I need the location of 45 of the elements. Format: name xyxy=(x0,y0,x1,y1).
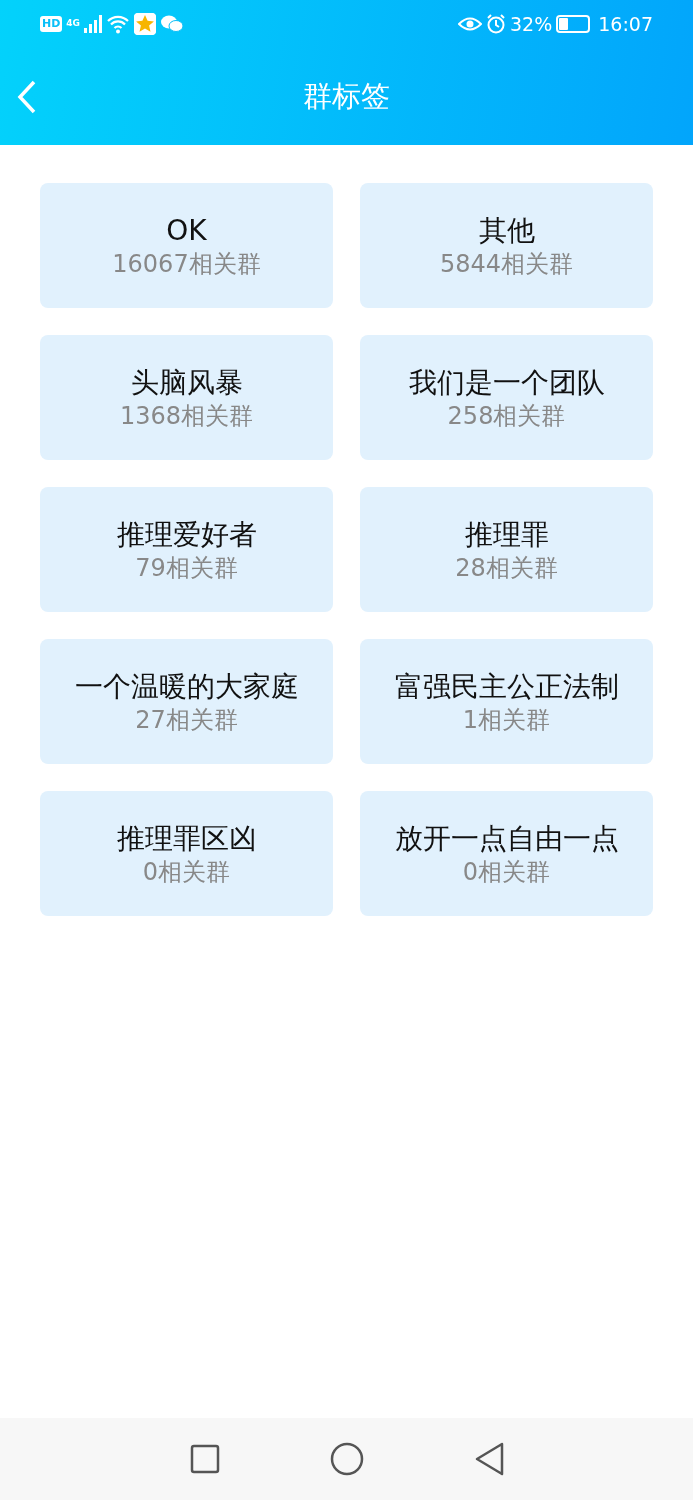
group-count: 0相关群 xyxy=(142,856,231,887)
clock-time: 16:07 xyxy=(598,11,653,37)
tag-name: 放开一点自由一点 xyxy=(394,820,619,857)
page-title: 群标签 xyxy=(303,77,390,115)
group-count: 28相关群 xyxy=(455,552,558,583)
tag-name: 我们是一个团队 xyxy=(408,364,605,401)
tag-name: 其他 xyxy=(478,212,535,249)
wifi-icon xyxy=(106,14,130,34)
tag-card[interactable]: 一个温暖的大家庭 27相关群 xyxy=(40,639,333,764)
network-type: 4G xyxy=(66,17,80,31)
tag-card[interactable]: 推理爱好者 79相关群 xyxy=(40,487,333,612)
group-count: 79相关群 xyxy=(135,552,238,583)
alarm-icon xyxy=(486,14,506,34)
star-app-icon xyxy=(134,13,156,35)
eye-icon xyxy=(458,15,482,33)
tag-name: 富强民主公正法制 xyxy=(394,668,619,705)
group-count: 1相关群 xyxy=(462,704,551,735)
hd-badge: HD xyxy=(40,16,63,32)
group-count: 16067相关群 xyxy=(112,248,261,279)
tag-name: 推理罪区凶 xyxy=(116,820,257,857)
group-count: 27相关群 xyxy=(135,704,238,735)
tag-name: 推理爱好者 xyxy=(116,516,257,553)
tag-card[interactable]: 推理罪 28相关群 xyxy=(360,487,653,612)
tag-card[interactable]: 我们是一个团队 258相关群 xyxy=(360,335,653,460)
group-count: 5844相关群 xyxy=(439,248,574,279)
battery-percent: 32% xyxy=(510,11,553,37)
battery-icon xyxy=(556,15,591,33)
tag-name: 推理罪 xyxy=(464,516,549,553)
group-count: 0相关群 xyxy=(462,856,551,887)
tag-card[interactable]: 头脑风暴 1368相关群 xyxy=(40,335,333,460)
recent-apps-icon[interactable] xyxy=(189,1444,220,1474)
tag-name: 一个温暖的大家庭 xyxy=(74,668,299,705)
tag-name: OK xyxy=(166,212,207,249)
signal-icon xyxy=(84,15,102,33)
chat-app-icon xyxy=(160,14,184,34)
tag-card[interactable]: 其他 5844相关群 xyxy=(360,183,653,308)
tag-name: 头脑风暴 xyxy=(130,364,243,401)
back-nav-icon[interactable] xyxy=(473,1442,504,1476)
tag-card[interactable]: 富强民主公正法制 1相关群 xyxy=(360,639,653,764)
tag-card[interactable]: 放开一点自由一点 0相关群 xyxy=(360,791,653,916)
tag-card[interactable]: OK 16067相关群 xyxy=(40,183,333,308)
home-icon[interactable] xyxy=(329,1442,364,1476)
group-count: 1368相关群 xyxy=(119,400,254,431)
group-count: 258相关群 xyxy=(447,400,566,431)
tag-card[interactable]: 推理罪区凶 0相关群 xyxy=(40,791,333,916)
